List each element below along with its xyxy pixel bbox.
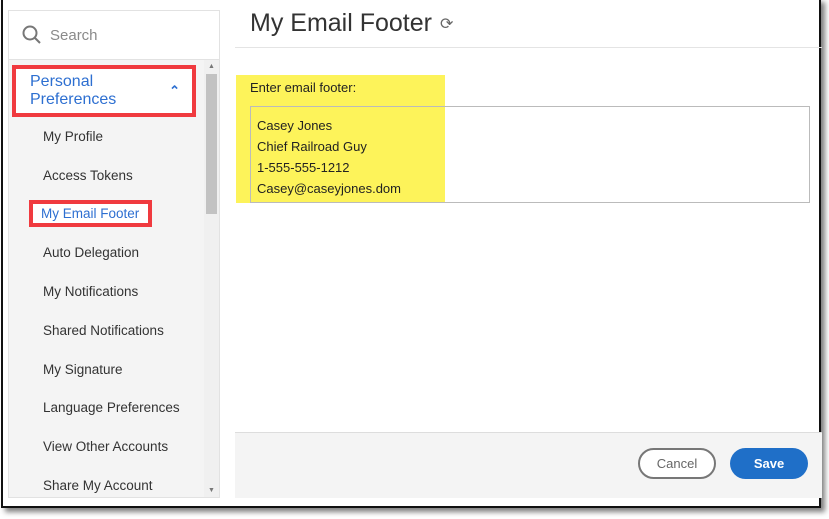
sidebar-item-my-email-footer[interactable]: My Email Footer — [9, 195, 205, 234]
sidebar-item-share-my-account[interactable]: Share My Account — [9, 466, 205, 505]
chevron-up-icon: ⌃ — [169, 83, 180, 98]
sidebar-item-my-signature[interactable]: My Signature — [9, 350, 205, 389]
item-label: My Notifications — [43, 284, 139, 300]
sidebar-item-my-profile[interactable]: My Profile — [9, 117, 205, 156]
item-label: Language Preferences — [43, 400, 180, 416]
scrollbar-thumb[interactable] — [206, 74, 217, 214]
window: Search Personal Preferences ⌃ My Profile … — [1, 0, 822, 508]
scroll-up-icon[interactable]: ▲ — [208, 63, 215, 70]
sidebar-item-access-tokens[interactable]: Access Tokens — [9, 156, 205, 195]
item-label: Auto Delegation — [43, 245, 140, 261]
item-label: My Signature — [43, 361, 123, 377]
item-label: My Email Footer — [29, 200, 153, 228]
sidebar-item-view-other-accounts[interactable]: View Other Accounts — [9, 427, 205, 466]
page-title: My Email Footer — [250, 9, 432, 37]
footer-label: Enter email footer: — [250, 80, 357, 95]
nav: Personal Preferences ⌃ My Profile Access … — [9, 60, 205, 497]
item-label: My Profile — [43, 128, 104, 144]
save-button[interactable]: Save — [730, 448, 808, 479]
scroll-down-icon[interactable]: ▼ — [208, 487, 215, 494]
item-label: View Other Accounts — [43, 439, 169, 455]
group-label: Personal Preferences — [30, 73, 117, 108]
sidebar-item-auto-delegation[interactable]: Auto Delegation — [9, 233, 205, 272]
search-input[interactable]: Search — [9, 11, 219, 60]
group-personal-preferences[interactable]: Personal Preferences ⌃ — [12, 65, 196, 117]
action-bar: Cancel Save — [235, 432, 822, 498]
email-footer-textarea[interactable]: Casey Jones Chief Railroad Guy 1-555-555… — [250, 106, 810, 203]
search-placeholder: Search — [50, 26, 98, 44]
scrollbar[interactable]: ▲ ▼ — [204, 60, 219, 497]
item-label: Shared Notifications — [43, 322, 164, 338]
sidebar-item-shared-notifications[interactable]: Shared Notifications — [9, 311, 205, 350]
item-label: Access Tokens — [43, 167, 133, 183]
refresh-icon[interactable]: ⟳ — [440, 14, 453, 34]
sidebar-item-my-notifications[interactable]: My Notifications — [9, 272, 205, 311]
main-panel: My Email Footer ⟳ Enter email footer: Cas… — [235, 0, 822, 498]
sidebar-item-language-preferences[interactable]: Language Preferences — [9, 389, 205, 428]
sidebar: Search Personal Preferences ⌃ My Profile … — [8, 10, 220, 498]
search-icon — [22, 25, 41, 44]
cancel-button[interactable]: Cancel — [638, 448, 716, 479]
item-label: Share My Account — [43, 478, 153, 494]
